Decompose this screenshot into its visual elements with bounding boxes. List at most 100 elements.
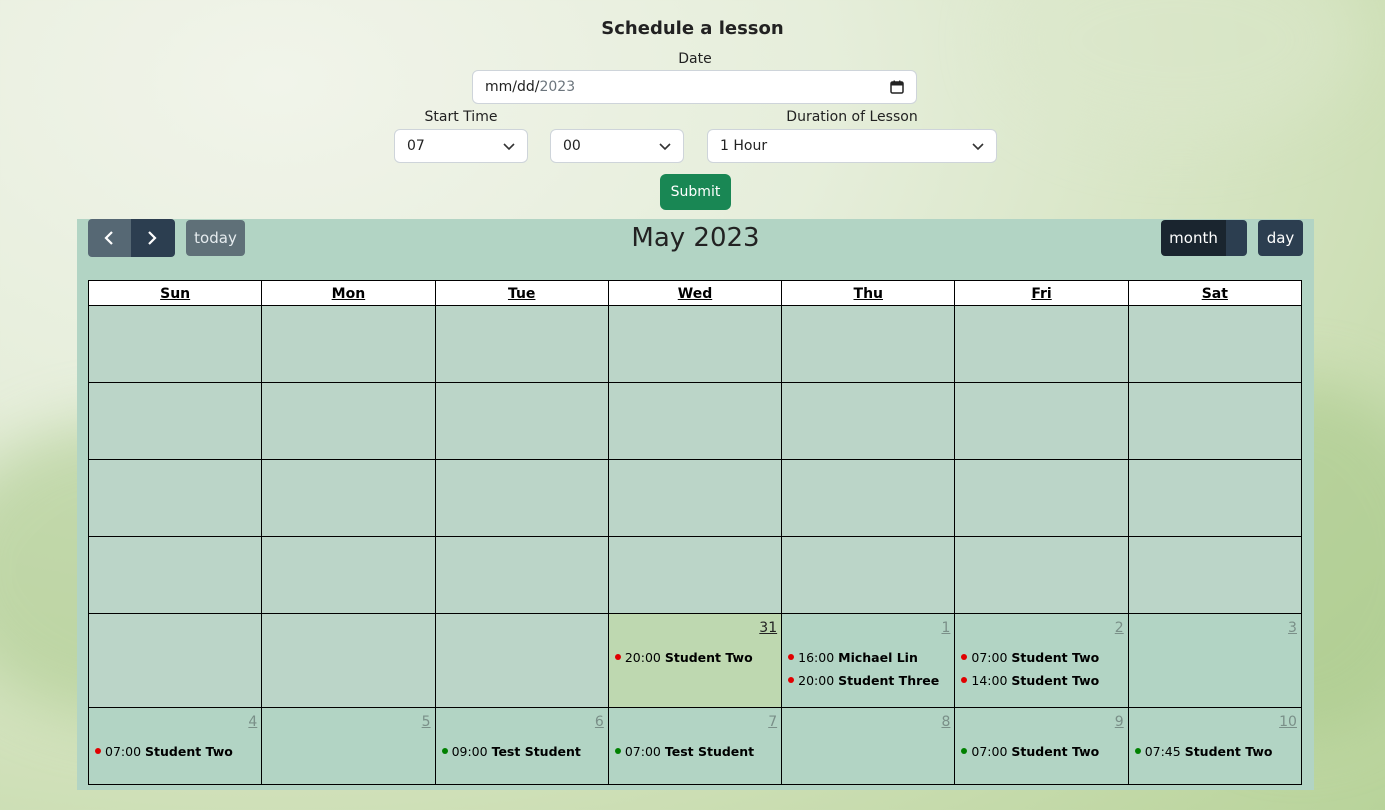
view-button-group[interactable]: [1226, 220, 1247, 256]
month-view-button[interactable]: month: [1161, 220, 1226, 256]
calendar-title: May 2023: [631, 223, 760, 253]
week-row: [88, 306, 1302, 383]
day-cell[interactable]: [781, 383, 955, 459]
weekday-tue[interactable]: Tue: [434, 281, 608, 305]
day-cell[interactable]: 4 07:00 Student Two: [89, 708, 262, 784]
date-label: Date: [678, 51, 712, 67]
calendar-event[interactable]: 07:00 Test Student: [614, 744, 755, 759]
day-cell[interactable]: [607, 537, 782, 613]
day-view-button[interactable]: day: [1258, 220, 1303, 256]
day-cell[interactable]: [434, 306, 608, 382]
date-input[interactable]: mm/dd/2023: [472, 70, 917, 104]
calendar-icon[interactable]: [890, 80, 904, 94]
day-cell[interactable]: [261, 614, 435, 707]
day-number[interactable]: 4: [248, 714, 257, 730]
duration-select[interactable]: 1 Hour: [707, 129, 997, 163]
day-cell[interactable]: [261, 383, 435, 459]
weekday-sun[interactable]: Sun: [89, 281, 261, 305]
submit-button[interactable]: Submit: [660, 174, 731, 210]
calendar-event[interactable]: 07:00 Student Two: [961, 744, 1099, 759]
day-cell-today[interactable]: 31 20:00 Student Two: [607, 614, 782, 707]
day-cell[interactable]: [954, 306, 1128, 382]
day-number[interactable]: 10: [1279, 714, 1297, 730]
day-cell[interactable]: [89, 537, 262, 613]
day-cell[interactable]: [89, 460, 262, 536]
day-cell[interactable]: [781, 460, 955, 536]
day-cell[interactable]: 5: [261, 708, 435, 784]
day-cell[interactable]: 9 07:00 Student Two: [954, 708, 1128, 784]
day-cell[interactable]: [781, 537, 955, 613]
day-number[interactable]: 31: [759, 620, 777, 636]
day-number[interactable]: 9: [1115, 714, 1124, 730]
event-dot-icon: [961, 654, 968, 660]
day-number[interactable]: 2: [1115, 620, 1124, 636]
day-cell[interactable]: [261, 537, 435, 613]
day-cell[interactable]: [434, 537, 608, 613]
weekday-thu[interactable]: Thu: [781, 281, 954, 305]
day-cell[interactable]: [261, 306, 435, 382]
calendar-event[interactable]: 07:45 Student Two: [1134, 744, 1273, 759]
week-row: [88, 383, 1302, 460]
day-cell[interactable]: 8: [781, 708, 955, 784]
hour-select[interactable]: 07: [394, 129, 528, 163]
calendar-event[interactable]: 20:00 Student Two: [614, 650, 753, 665]
day-cell[interactable]: [954, 537, 1128, 613]
event-name: Student Two: [1011, 744, 1100, 759]
chevron-down-icon: [659, 143, 671, 151]
chevron-down-icon: [503, 143, 515, 151]
minute-select[interactable]: 00: [550, 129, 684, 163]
day-number[interactable]: 8: [941, 714, 950, 730]
day-cell[interactable]: [261, 460, 435, 536]
day-cell[interactable]: 7 07:00 Test Student: [607, 708, 782, 784]
day-cell[interactable]: [607, 460, 782, 536]
day-cell[interactable]: [434, 460, 608, 536]
weekday-fri[interactable]: Fri: [954, 281, 1127, 305]
date-year: 2023: [539, 79, 576, 95]
event-name: Student Three: [838, 673, 940, 688]
weekday-wed[interactable]: Wed: [607, 281, 781, 305]
day-number[interactable]: 5: [422, 714, 431, 730]
day-cell[interactable]: 3: [1127, 614, 1301, 707]
event-dot-icon: [614, 654, 621, 660]
week-row: 31 20:00 Student Two 1 16:00 Michael Lin…: [88, 614, 1302, 708]
day-number[interactable]: 3: [1288, 620, 1297, 636]
day-cell[interactable]: 6 09:00 Test Student: [434, 708, 608, 784]
day-cell[interactable]: [607, 383, 782, 459]
day-cell[interactable]: [89, 614, 262, 707]
event-time: 07:45: [1144, 744, 1181, 759]
date-placeholder: mm/dd/: [485, 79, 540, 95]
day-number[interactable]: 7: [768, 714, 777, 730]
calendar-event[interactable]: 09:00 Test Student: [441, 744, 581, 759]
weekday-mon[interactable]: Mon: [261, 281, 434, 305]
day-cell[interactable]: 10 07:45 Student Two: [1127, 708, 1301, 784]
day-cell[interactable]: [89, 383, 262, 459]
calendar-event[interactable]: 14:00 Student Two: [961, 673, 1099, 688]
event-time: 07:00: [105, 744, 142, 759]
day-number[interactable]: 1: [941, 620, 950, 636]
event-name: Student Two: [1011, 650, 1100, 665]
calendar-event[interactable]: 16:00 Michael Lin: [788, 650, 918, 665]
event-dot-icon: [961, 677, 968, 683]
calendar-event[interactable]: 20:00 Student Three: [788, 673, 939, 688]
day-cell[interactable]: [1127, 460, 1301, 536]
day-cell[interactable]: [1127, 537, 1301, 613]
day-cell[interactable]: [434, 614, 608, 707]
start-time-label: Start Time: [424, 109, 498, 125]
day-cell[interactable]: [954, 383, 1128, 459]
day-cell[interactable]: 1 16:00 Michael Lin 20:00 Student Three: [781, 614, 955, 707]
weekday-sat[interactable]: Sat: [1127, 281, 1301, 305]
event-time: 07:00: [971, 744, 1008, 759]
day-cell[interactable]: [781, 306, 955, 382]
day-cell[interactable]: [1127, 306, 1301, 382]
day-cell[interactable]: [607, 306, 782, 382]
day-cell[interactable]: [954, 460, 1128, 536]
calendar-event[interactable]: 07:00 Student Two: [95, 744, 233, 759]
day-cell[interactable]: [1127, 383, 1301, 459]
day-cell[interactable]: 2 07:00 Student Two 14:00 Student Two: [954, 614, 1128, 707]
day-cell[interactable]: [89, 306, 262, 382]
calendar: today May 2023 month day Sun Mon Tue Wed…: [77, 219, 1314, 790]
event-name: Test Student: [664, 744, 755, 759]
day-number[interactable]: 6: [595, 714, 604, 730]
calendar-event[interactable]: 07:00 Student Two: [961, 650, 1099, 665]
day-cell[interactable]: [434, 383, 608, 459]
